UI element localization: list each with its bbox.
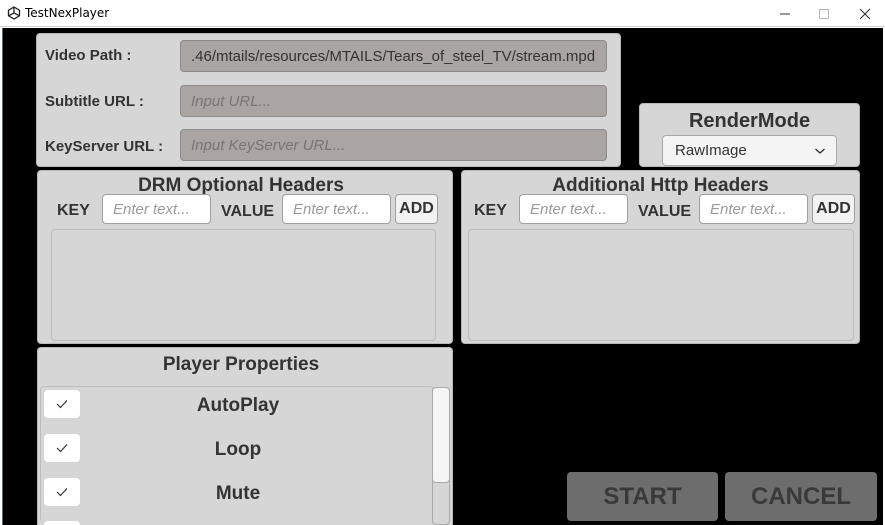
http-headers-panel: Additional Http Headers KEY Enter text..… bbox=[461, 170, 860, 344]
minimize-icon bbox=[780, 13, 790, 14]
http-headers-list bbox=[468, 229, 854, 341]
start-button[interactable]: START bbox=[567, 472, 718, 521]
render-mode-panel: RenderMode RawImage bbox=[639, 103, 860, 167]
unity-icon bbox=[7, 6, 21, 20]
player-properties-panel: Player Properties AutoPlay Loop Mute bbox=[37, 347, 453, 525]
title-bar: TestNexPlayer bbox=[0, 0, 885, 27]
autoplay-label: AutoPlay bbox=[196, 395, 280, 416]
player-properties-list: AutoPlay Loop Mute bbox=[40, 386, 434, 525]
source-panel: Video Path : .46/mtails/resources/MTAILS… bbox=[36, 33, 621, 167]
drm-value-input[interactable]: Enter text... bbox=[282, 194, 391, 224]
next-property-checkbox[interactable] bbox=[44, 521, 80, 525]
player-properties-title: Player Properties bbox=[162, 354, 320, 375]
render-mode-dropdown[interactable]: RawImage bbox=[662, 135, 837, 166]
scrollbar-thumb[interactable] bbox=[432, 387, 450, 483]
player-properties-scrollbar[interactable] bbox=[432, 387, 450, 525]
close-icon bbox=[859, 8, 871, 19]
keyserver-url-input[interactable]: Input KeyServer URL... bbox=[180, 129, 607, 161]
video-path-input[interactable]: .46/mtails/resources/MTAILS/Tears_of_ste… bbox=[180, 40, 607, 72]
http-key-label: KEY bbox=[474, 202, 507, 219]
drm-key-label: KEY bbox=[57, 202, 90, 219]
maximize-icon bbox=[819, 8, 829, 19]
minimize-button[interactable] bbox=[765, 0, 805, 27]
mute-label: Mute bbox=[215, 483, 261, 504]
drm-add-button[interactable]: ADD bbox=[395, 194, 438, 224]
drm-key-input[interactable]: Enter text... bbox=[102, 194, 211, 224]
maximize-button[interactable] bbox=[804, 0, 844, 27]
subtitle-url-input[interactable]: Input URL... bbox=[180, 85, 607, 117]
http-value-label: VALUE bbox=[638, 203, 692, 220]
render-mode-title: RenderMode bbox=[688, 110, 811, 132]
video-path-label: Video Path : bbox=[45, 47, 132, 64]
keyserver-url-label: KeyServer URL : bbox=[45, 138, 164, 155]
drm-headers-list bbox=[51, 229, 436, 341]
drm-headers-panel: DRM Optional Headers KEY Enter text... V… bbox=[37, 170, 453, 344]
chevron-down-icon bbox=[815, 148, 825, 154]
window-title: TestNexPlayer bbox=[25, 6, 110, 20]
loop-label: Loop bbox=[214, 439, 262, 460]
cancel-button[interactable]: CANCEL bbox=[725, 472, 877, 521]
subtitle-url-label: Subtitle URL : bbox=[45, 93, 144, 110]
close-button[interactable] bbox=[845, 0, 885, 27]
http-key-input[interactable]: Enter text... bbox=[519, 194, 628, 224]
http-value-input[interactable]: Enter text... bbox=[699, 194, 808, 224]
render-mode-selected: RawImage bbox=[675, 142, 747, 159]
http-add-button[interactable]: ADD bbox=[812, 194, 855, 224]
drm-value-label: VALUE bbox=[221, 203, 275, 220]
